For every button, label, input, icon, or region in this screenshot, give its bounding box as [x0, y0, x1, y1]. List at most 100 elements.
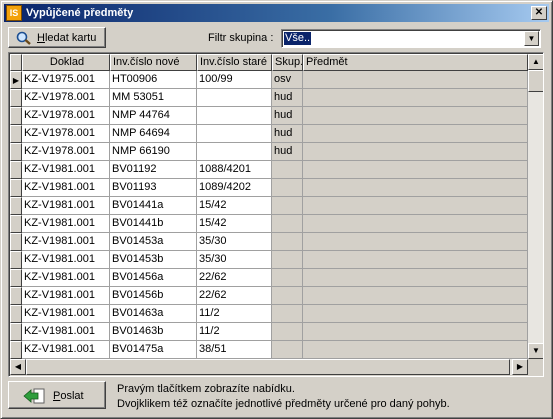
row-indicator[interactable]	[10, 287, 22, 305]
table-row[interactable]: KZ-V1981.001 BV01456b 22/62	[10, 287, 528, 305]
cell-item[interactable]	[303, 107, 528, 125]
cell-group[interactable]	[272, 287, 303, 305]
header-corner[interactable]	[10, 54, 22, 71]
cell-item[interactable]	[303, 179, 528, 197]
cell-doklad[interactable]: KZ-V1981.001	[22, 251, 110, 269]
loaned-items-table[interactable]: Doklad Inv.číslo nové Inv.číslo staré Skup.…	[8, 52, 544, 377]
cell-inv-new[interactable]: NMP 44764	[110, 107, 197, 125]
cell-inv-old[interactable]: 22/62	[197, 287, 272, 305]
row-indicator[interactable]	[10, 269, 22, 287]
cell-doklad[interactable]: KZ-V1981.001	[22, 179, 110, 197]
cell-inv-old[interactable]: 22/62	[197, 269, 272, 287]
cell-inv-old[interactable]: 35/30	[197, 233, 272, 251]
cell-group[interactable]	[272, 251, 303, 269]
cell-inv-new[interactable]: BV01193	[110, 179, 197, 197]
table-row[interactable]: KZ-V1981.001 BV01463a 11/2	[10, 305, 528, 323]
table-row[interactable]: KZ-V1981.001 BV01193 1089/4202	[10, 179, 528, 197]
cell-group[interactable]: osv	[272, 71, 303, 89]
cell-item[interactable]	[303, 305, 528, 323]
cell-item[interactable]	[303, 197, 528, 215]
cell-group[interactable]	[272, 179, 303, 197]
cell-inv-new[interactable]: BV01192	[110, 161, 197, 179]
table-row[interactable]: KZ-V1981.001 BV01453b 35/30	[10, 251, 528, 269]
cell-inv-new[interactable]: BV01441b	[110, 215, 197, 233]
cell-doklad[interactable]: KZ-V1981.001	[22, 287, 110, 305]
cell-inv-old[interactable]	[197, 125, 272, 143]
cell-group[interactable]	[272, 323, 303, 341]
scroll-left-button[interactable]: ◀	[10, 359, 26, 375]
cell-item[interactable]	[303, 215, 528, 233]
cell-inv-new[interactable]: HT00906	[110, 71, 197, 89]
cell-inv-old[interactable]: 35/30	[197, 251, 272, 269]
column-header-inv-new[interactable]: Inv.číslo nové	[110, 54, 197, 71]
scroll-down-button[interactable]: ▼	[528, 343, 543, 359]
column-header-inv-old[interactable]: Inv.číslo staré	[197, 54, 272, 71]
cell-item[interactable]	[303, 161, 528, 179]
cell-inv-new[interactable]: BV01463b	[110, 323, 197, 341]
vertical-scroll-thumb[interactable]	[528, 70, 543, 92]
cell-inv-new[interactable]: BV01456a	[110, 269, 197, 287]
cell-group[interactable]	[272, 233, 303, 251]
cell-group[interactable]	[272, 305, 303, 323]
cell-doklad[interactable]: KZ-V1981.001	[22, 215, 110, 233]
row-indicator[interactable]	[10, 179, 22, 197]
cell-item[interactable]	[303, 251, 528, 269]
cell-doklad[interactable]: KZ-V1981.001	[22, 197, 110, 215]
column-header-item[interactable]: Předmět	[303, 54, 528, 71]
cell-inv-old[interactable]: 11/2	[197, 305, 272, 323]
table-row[interactable]: KZ-V1981.001 BV01463b 11/2	[10, 323, 528, 341]
table-row[interactable]: KZ-V1981.001 BV01475a 38/51	[10, 341, 528, 359]
close-button[interactable]: ✕	[531, 6, 547, 20]
cell-inv-old[interactable]: 15/42	[197, 215, 272, 233]
row-indicator[interactable]	[10, 215, 22, 233]
cell-inv-old[interactable]: 1089/4202	[197, 179, 272, 197]
cell-group[interactable]	[272, 341, 303, 359]
cell-group[interactable]	[272, 197, 303, 215]
column-header-doklad[interactable]: Doklad	[22, 54, 110, 71]
cell-group[interactable]	[272, 215, 303, 233]
cell-doklad[interactable]: KZ-V1978.001	[22, 89, 110, 107]
cell-inv-new[interactable]: BV01463a	[110, 305, 197, 323]
row-indicator[interactable]	[10, 233, 22, 251]
table-row[interactable]: KZ-V1981.001 BV01192 1088/4201	[10, 161, 528, 179]
cell-inv-new[interactable]: BV01453a	[110, 233, 197, 251]
cell-inv-new[interactable]: BV01475a	[110, 341, 197, 359]
cell-item[interactable]	[303, 233, 528, 251]
row-indicator[interactable]	[10, 125, 22, 143]
cell-inv-old[interactable]: 100/99	[197, 71, 272, 89]
cell-inv-new[interactable]: BV01441a	[110, 197, 197, 215]
cell-inv-old[interactable]	[197, 143, 272, 161]
cell-inv-old[interactable]: 38/51	[197, 341, 272, 359]
cell-doklad[interactable]: KZ-V1981.001	[22, 305, 110, 323]
table-row[interactable]: KZ-V1981.001 BV01456a 22/62	[10, 269, 528, 287]
scroll-right-button[interactable]: ▶	[512, 359, 528, 375]
table-row[interactable]: KZ-V1978.001 MM 53051 hud	[10, 89, 528, 107]
cell-inv-old[interactable]: 15/42	[197, 197, 272, 215]
table-row[interactable]: ▶ KZ-V1975.001 HT00906 100/99 osv	[10, 71, 528, 89]
cell-item[interactable]	[303, 269, 528, 287]
cell-doklad[interactable]: KZ-V1981.001	[22, 233, 110, 251]
cell-inv-old[interactable]: 1088/4201	[197, 161, 272, 179]
table-row[interactable]: KZ-V1978.001 NMP 64694 hud	[10, 125, 528, 143]
cell-item[interactable]	[303, 89, 528, 107]
cell-group[interactable]: hud	[272, 125, 303, 143]
row-indicator[interactable]	[10, 107, 22, 125]
cell-item[interactable]	[303, 143, 528, 161]
table-row[interactable]: KZ-V1981.001 BV01441b 15/42	[10, 215, 528, 233]
row-indicator[interactable]	[10, 89, 22, 107]
cell-inv-new[interactable]: NMP 64694	[110, 125, 197, 143]
row-indicator[interactable]	[10, 341, 22, 359]
cell-item[interactable]	[303, 323, 528, 341]
horizontal-scroll-thumb[interactable]	[26, 359, 510, 375]
cell-group[interactable]	[272, 161, 303, 179]
send-button[interactable]: Poslat	[8, 381, 106, 409]
cell-doklad[interactable]: KZ-V1978.001	[22, 125, 110, 143]
table-row[interactable]: KZ-V1981.001 BV01441a 15/42	[10, 197, 528, 215]
cell-item[interactable]	[303, 287, 528, 305]
cell-inv-new[interactable]: NMP 66190	[110, 143, 197, 161]
cell-item[interactable]	[303, 341, 528, 359]
cell-item[interactable]	[303, 125, 528, 143]
filter-dropdown-button[interactable]: ▼	[524, 31, 539, 46]
cell-inv-old[interactable]	[197, 89, 272, 107]
row-indicator[interactable]	[10, 143, 22, 161]
